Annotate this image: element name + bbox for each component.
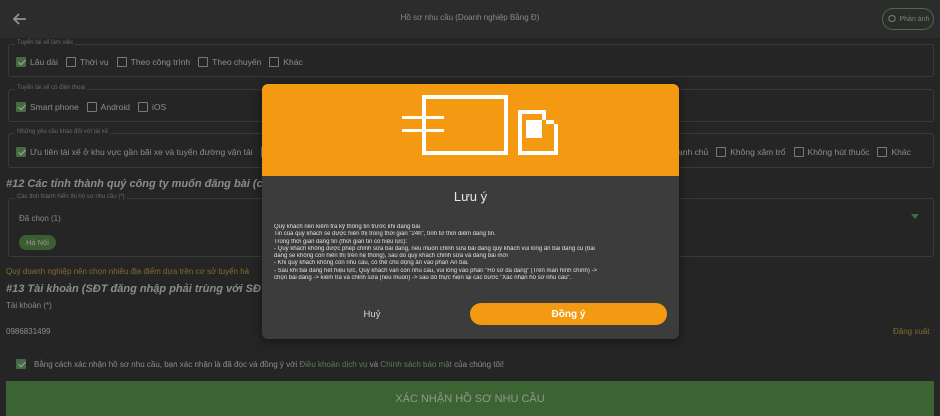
modal-line: - Quý khách không được phép chỉnh sửa bà… bbox=[274, 245, 595, 252]
truck-illustration-icon bbox=[402, 95, 558, 155]
notice-dialog: Lưu ý Quý khách nên kiểm tra kỹ thông ti… bbox=[262, 84, 679, 339]
modal-line: Quý khách nên kiểm tra kỹ thông tin trướ… bbox=[274, 224, 421, 230]
modal-line: chọn bài đăng -> kiểm tra và chỉnh sửa (… bbox=[274, 275, 572, 282]
modal-line: - Khi quý khách không còn nhu cầu, có th… bbox=[274, 260, 469, 267]
modal-line: Trong thời gian đăng tin (thời gian tin … bbox=[274, 238, 408, 245]
modal-line: Tin của quý khách sẽ được hiển thị trong… bbox=[274, 231, 496, 238]
modal-line: - Sau khi bài đăng hết hiệu lực, Quý khá… bbox=[274, 267, 598, 274]
modal-line: đăng sẽ không còn hiển thị trên hệ thống… bbox=[274, 253, 508, 260]
cancel-button[interactable]: Huỷ bbox=[322, 303, 422, 325]
modal-illustration bbox=[262, 84, 679, 176]
agree-button[interactable]: Đồng ý bbox=[470, 303, 667, 325]
modal-title: Lưu ý bbox=[453, 189, 488, 204]
modal-body: Quý khách nên kiểm tra kỹ thông tin trướ… bbox=[274, 224, 670, 282]
